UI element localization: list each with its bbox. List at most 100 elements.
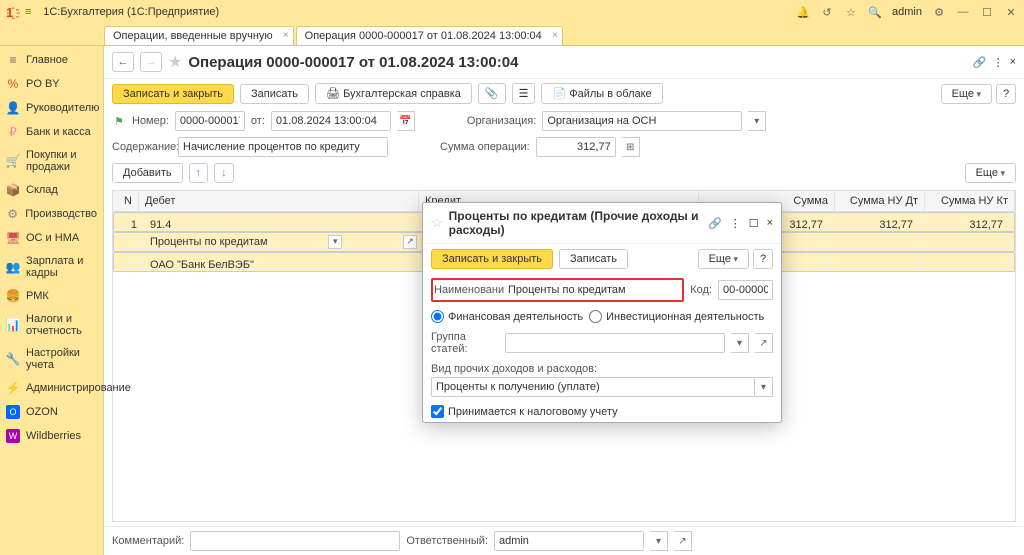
sidebar-item-bank[interactable]: ₽Банк и касса bbox=[0, 120, 103, 144]
radio-financial[interactable]: Финансовая деятельность bbox=[431, 310, 583, 323]
main-content: ← → ★ Операция 0000-000017 от 01.08.2024… bbox=[104, 46, 1024, 555]
dialog-close-icon[interactable]: × bbox=[767, 217, 773, 230]
cart-icon: 🛒 bbox=[6, 154, 20, 168]
sidebar-item-admin[interactable]: ⚡Администрирование bbox=[0, 376, 103, 400]
settings-icon[interactable]: ⚙ bbox=[932, 5, 946, 19]
dialog-other-income: ☆ Проценты по кредитам (Прочие доходы и … bbox=[422, 202, 782, 423]
group-input[interactable] bbox=[505, 333, 725, 353]
pos-icon: 🍔 bbox=[6, 289, 20, 303]
cloud-files-button[interactable]: 📄 Файлы в облаке bbox=[541, 83, 662, 104]
favorite-star-icon[interactable]: ☆ bbox=[431, 215, 443, 231]
sidebar-item-main[interactable]: ≡Главное bbox=[0, 48, 103, 72]
forward-button[interactable]: → bbox=[140, 52, 162, 72]
table-more-button[interactable]: Еще bbox=[965, 163, 1016, 183]
content-input[interactable] bbox=[178, 137, 388, 157]
dropdown-icon[interactable]: ▾ bbox=[650, 531, 668, 551]
sidebar-item-poby[interactable]: %PO BY bbox=[0, 72, 103, 96]
window-menu-icon[interactable]: ⋮ bbox=[993, 56, 1004, 69]
comment-input[interactable] bbox=[190, 531, 400, 551]
save-close-button[interactable]: Записать и закрыть bbox=[112, 84, 234, 104]
report-button[interactable]: 🖨 Бухгалтерская справка bbox=[315, 83, 472, 104]
comment-label: Комментарий: bbox=[112, 535, 184, 547]
menu-icon[interactable]: ≡ bbox=[21, 5, 35, 19]
more-button[interactable]: Еще bbox=[941, 84, 992, 104]
flag-icon[interactable]: ⚑ bbox=[112, 114, 126, 128]
number-input[interactable] bbox=[175, 111, 245, 131]
tab-close-icon[interactable]: × bbox=[283, 30, 289, 41]
dialog-save-close-button[interactable]: Записать и закрыть bbox=[431, 249, 553, 269]
sidebar-item-manager[interactable]: 👤Руководителю bbox=[0, 96, 103, 120]
open-icon[interactable]: ↗ bbox=[403, 235, 417, 249]
chart-icon: 📊 bbox=[6, 318, 20, 332]
col-n[interactable]: N bbox=[113, 191, 139, 211]
back-button[interactable]: ← bbox=[112, 52, 134, 72]
resp-input[interactable] bbox=[494, 531, 644, 551]
dialog-help-button[interactable]: ? bbox=[753, 249, 773, 269]
dropdown-icon[interactable]: ▾ bbox=[748, 111, 766, 131]
from-label: от: bbox=[251, 115, 265, 127]
code-input[interactable] bbox=[718, 280, 773, 300]
move-up-button[interactable]: ↑ bbox=[189, 163, 209, 183]
save-button[interactable]: Записать bbox=[240, 84, 309, 104]
sidebar-item-salary[interactable]: 👥Зарплата и кадры bbox=[0, 250, 103, 284]
bell-icon[interactable]: 🔔 bbox=[796, 5, 810, 19]
calendar-icon[interactable]: 📅 bbox=[397, 111, 415, 131]
dropdown-icon[interactable]: ▾ bbox=[328, 235, 342, 249]
help-button[interactable]: ? bbox=[996, 84, 1016, 104]
sidebar-item-settings[interactable]: 🔧Настройки учета bbox=[0, 342, 103, 376]
window-menu-icon[interactable]: ⋮ bbox=[730, 217, 741, 230]
dropdown-icon[interactable]: ▾ bbox=[755, 377, 773, 397]
user-label[interactable]: admin bbox=[892, 6, 922, 18]
star-icon[interactable]: ☆ bbox=[844, 5, 858, 19]
dropdown-icon[interactable]: ▾ bbox=[731, 333, 749, 353]
link-icon[interactable]: 🔗 bbox=[708, 217, 722, 230]
page-close-icon[interactable]: × bbox=[1010, 56, 1016, 69]
dialog-more-button[interactable]: Еще bbox=[698, 249, 749, 269]
sidebar-item-assets[interactable]: 🖥ОС и НМА bbox=[0, 226, 103, 250]
tab-operation-detail[interactable]: Операция 0000-000017 от 01.08.2024 13:00… bbox=[296, 26, 563, 45]
favorite-star-icon[interactable]: ★ bbox=[168, 52, 182, 72]
col-debit[interactable]: Дебет bbox=[139, 191, 419, 211]
dialog-title: Проценты по кредитам (Прочие доходы и ра… bbox=[449, 209, 702, 237]
dialog-save-button[interactable]: Записать bbox=[559, 249, 628, 269]
sum-label: Сумма операции: bbox=[440, 141, 530, 153]
tab-close-icon[interactable]: × bbox=[552, 30, 558, 41]
sidebar-item-sales[interactable]: 🛒Покупки и продажи bbox=[0, 144, 103, 178]
add-row-button[interactable]: Добавить bbox=[112, 163, 183, 183]
col-nud[interactable]: Сумма НУ Дт bbox=[835, 191, 925, 211]
sidebar-item-taxes[interactable]: 📊Налоги и отчетность bbox=[0, 308, 103, 342]
maximize-icon[interactable]: ☐ bbox=[980, 5, 994, 19]
org-input[interactable] bbox=[542, 111, 742, 131]
link-icon[interactable]: 🔗 bbox=[973, 56, 987, 69]
attach-button[interactable]: 📎 bbox=[478, 83, 506, 104]
type-select[interactable] bbox=[431, 377, 755, 397]
sidebar-item-ozon[interactable]: OOZON bbox=[0, 400, 103, 424]
calc-icon[interactable]: ⊞ bbox=[622, 137, 640, 157]
close-icon[interactable]: ✕ bbox=[1004, 5, 1018, 19]
list-button[interactable]: ☰ bbox=[512, 83, 536, 104]
col-nuk[interactable]: Сумма НУ Кт bbox=[925, 191, 1015, 211]
history-icon[interactable]: ↺ bbox=[820, 5, 834, 19]
name-label: Наименование: bbox=[434, 284, 504, 296]
sidebar-item-warehouse[interactable]: 📦Склад bbox=[0, 178, 103, 202]
box-icon: 📦 bbox=[6, 183, 20, 197]
open-icon[interactable]: ↗ bbox=[755, 333, 773, 353]
move-down-button[interactable]: ↓ bbox=[214, 163, 234, 183]
ozon-icon: O bbox=[6, 405, 20, 419]
sidebar-item-wildberries[interactable]: WWildberries bbox=[0, 424, 103, 448]
code-label: Код: bbox=[690, 284, 712, 296]
tax-checkbox[interactable]: Принимается к налоговому учету bbox=[431, 405, 618, 418]
titlebar: 1҈ ≡ 1С:Бухгалтерия (1С:Предприятие) 🔔 ↺… bbox=[0, 0, 1024, 24]
sum-input[interactable] bbox=[536, 137, 616, 157]
date-input[interactable] bbox=[271, 111, 391, 131]
name-input[interactable] bbox=[504, 281, 681, 299]
radio-investment[interactable]: Инвестиционная деятельность bbox=[589, 310, 764, 323]
open-icon[interactable]: ↗ bbox=[674, 531, 692, 551]
search-icon[interactable]: 🔍 bbox=[868, 5, 882, 19]
sidebar-item-rmk[interactable]: 🍔РМК bbox=[0, 284, 103, 308]
tab-operations-list[interactable]: Операции, введенные вручную× bbox=[104, 26, 294, 45]
app-title: 1С:Бухгалтерия (1С:Предприятие) bbox=[43, 6, 219, 18]
minimize-icon[interactable]: — bbox=[956, 5, 970, 19]
sidebar-item-production[interactable]: ⚙Производство bbox=[0, 202, 103, 226]
dialog-maximize-icon[interactable]: ☐ bbox=[749, 217, 759, 230]
